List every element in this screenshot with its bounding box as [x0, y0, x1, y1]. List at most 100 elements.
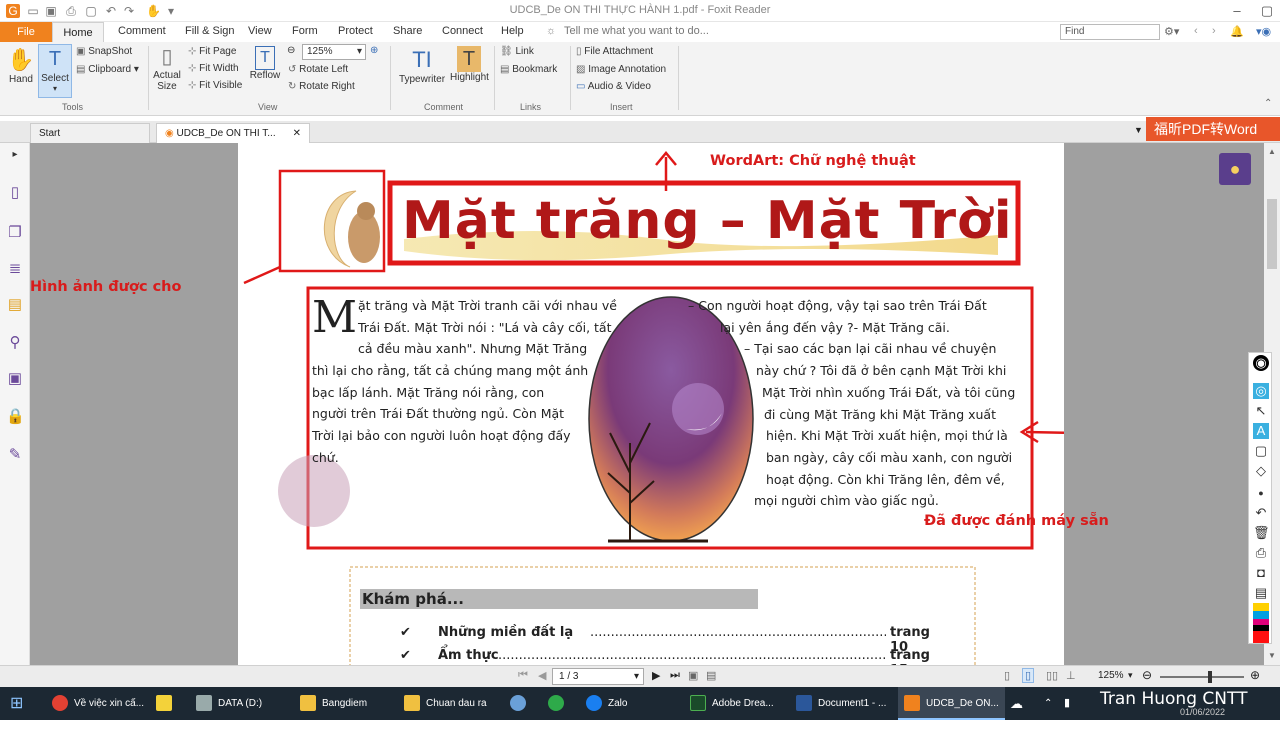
- select-button[interactable]: T Select ▾: [38, 44, 72, 98]
- account-icon[interactable]: ▾◉: [1256, 25, 1271, 38]
- fit-visible-button[interactable]: ⊹ Fit Visible: [188, 80, 242, 91]
- tab-share[interactable]: Share: [393, 25, 422, 37]
- shape-icon[interactable]: ▢: [1253, 443, 1269, 459]
- rotate-left-button[interactable]: ↺ Rotate Left: [288, 64, 348, 75]
- view-mode-icon[interactable]: ▤: [706, 669, 716, 682]
- zoom-level[interactable]: 125%: [1098, 670, 1124, 681]
- tab-start[interactable]: Start: [30, 123, 150, 143]
- hand-button[interactable]: ✋ Hand: [6, 46, 36, 85]
- prev-page-icon[interactable]: ◀: [538, 669, 546, 682]
- windows-start-icon[interactable]: ⊞: [10, 687, 23, 720]
- link-button[interactable]: ⛓ Link: [500, 46, 534, 57]
- fit-width-button[interactable]: ⊹ Fit Width: [188, 63, 239, 74]
- signature-icon[interactable]: ▣: [6, 369, 24, 387]
- comments-icon[interactable]: ▤: [6, 295, 24, 313]
- zoom-in-icon[interactable]: ⊕: [1250, 668, 1260, 682]
- minimize-button[interactable]: –: [1224, 0, 1250, 22]
- typewriter-button[interactable]: TI Typewriter: [396, 46, 448, 85]
- taskbar-word[interactable]: Document1 - ...: [796, 687, 886, 720]
- taskbar-chrome[interactable]: Về việc xin cấ...: [52, 687, 144, 720]
- snapshot-button[interactable]: ▣ SnapShot: [76, 46, 132, 57]
- tab-help[interactable]: Help: [501, 25, 524, 37]
- clipboard-icon[interactable]: ▤: [1253, 585, 1269, 601]
- zoom-out-icon[interactable]: ⊖: [287, 45, 295, 56]
- eraser-icon[interactable]: ◇: [1253, 463, 1269, 479]
- taskbar-dreamweaver[interactable]: Adobe Drea...: [690, 687, 774, 720]
- expand-panel-icon[interactable]: ▸: [6, 149, 24, 167]
- taskbar-green-app[interactable]: [548, 687, 570, 720]
- zoom-out-icon[interactable]: ⊖: [1142, 668, 1152, 682]
- tab-home[interactable]: Home: [52, 22, 104, 43]
- bookmark-button[interactable]: ▤ Bookmark: [500, 64, 557, 75]
- file-tab[interactable]: File: [0, 22, 52, 42]
- maximize-button[interactable]: ▢: [1254, 0, 1280, 22]
- tab-form[interactable]: Form: [292, 25, 318, 37]
- promo-banner[interactable]: 福昕PDF转Word: [1146, 117, 1280, 141]
- image-annotation-button[interactable]: ▨ Image Annotation: [576, 64, 666, 75]
- close-icon[interactable]: ✕: [293, 128, 301, 139]
- lightbulb-icon[interactable]: ●: [1219, 153, 1251, 185]
- reflow-button[interactable]: T Reflow: [248, 46, 282, 81]
- tell-me-box[interactable]: Tell me what you want to do...: [564, 25, 709, 37]
- zoom-slider-thumb[interactable]: [1208, 671, 1212, 683]
- back-icon[interactable]: ‹: [1194, 25, 1198, 37]
- collapse-ribbon-icon[interactable]: ⌃: [1264, 98, 1272, 109]
- document-canvas[interactable]: WordArt: Chữ nghệ thuật Mặt trăng – Mặt …: [30, 143, 1264, 665]
- lock-icon[interactable]: 🔒: [6, 407, 25, 425]
- taskbar-notes[interactable]: [156, 687, 178, 720]
- text-icon[interactable]: A: [1253, 423, 1269, 439]
- chevron-down-icon[interactable]: ▾: [1128, 670, 1133, 681]
- clipboard-button[interactable]: ▤ Clipboard ▾: [76, 64, 139, 75]
- first-page-icon[interactable]: ⏮: [518, 669, 528, 682]
- pages-icon[interactable]: ❐: [6, 223, 24, 241]
- dot-icon[interactable]: ●: [1253, 485, 1269, 501]
- page-number-input[interactable]: 1 / 3 ▾: [552, 668, 644, 685]
- camera-icon[interactable]: ◘: [1253, 565, 1269, 581]
- tab-view[interactable]: View: [248, 25, 272, 37]
- pointer-icon[interactable]: ↖: [1253, 403, 1269, 419]
- tab-fill-sign[interactable]: Fill & Sign: [185, 25, 235, 37]
- eye-icon[interactable]: ◎: [1253, 383, 1269, 399]
- scroll-thumb[interactable]: [1267, 199, 1277, 269]
- tools-icon[interactable]: ✎: [6, 445, 24, 463]
- facing-page-icon[interactable]: ▯▯: [1046, 669, 1058, 682]
- continuous-page-icon[interactable]: ▯: [1022, 668, 1035, 683]
- zoom-in-icon[interactable]: ⊕: [370, 45, 378, 56]
- pin-icon[interactable]: ◉: [1253, 355, 1269, 371]
- tab-current-document[interactable]: ◉ UDCB_De ON THI T... ✕: [156, 123, 310, 144]
- split-icon[interactable]: ⊥: [1066, 669, 1076, 682]
- taskbar-paint[interactable]: [510, 687, 532, 720]
- gear-icon[interactable]: ⚙▾: [1164, 25, 1179, 38]
- pdf-page[interactable]: WordArt: Chữ nghệ thuật Mặt trăng – Mặt …: [30, 143, 1109, 665]
- layers-icon[interactable]: ≣: [6, 259, 24, 277]
- fit-page-button[interactable]: ⊹ Fit Page: [188, 46, 236, 57]
- tab-comment[interactable]: Comment: [118, 25, 166, 37]
- taskbar-bangdiem[interactable]: Bangdiem: [300, 687, 367, 720]
- single-page-icon[interactable]: ▯: [1004, 669, 1010, 682]
- tab-connect[interactable]: Connect: [442, 25, 483, 37]
- forward-icon[interactable]: ›: [1212, 25, 1216, 37]
- print-icon[interactable]: ⎙: [1253, 545, 1269, 561]
- actual-size-button[interactable]: ▯ Actual Size: [152, 44, 182, 92]
- tab-protect[interactable]: Protect: [338, 25, 373, 37]
- taskbar-zalo[interactable]: Zalo: [586, 687, 627, 720]
- find-input[interactable]: Find: [1060, 24, 1160, 40]
- toc-row[interactable]: ✔ Những miền đất lạ ....................…: [400, 625, 952, 655]
- next-page-icon[interactable]: ▶: [652, 669, 660, 682]
- taskbar-drive[interactable]: DATA (D:): [196, 687, 262, 720]
- highlight-button[interactable]: T Highlight: [450, 46, 489, 83]
- zoom-select[interactable]: 125% ▾: [302, 44, 366, 60]
- tab-list-icon[interactable]: ▼: [1134, 125, 1143, 135]
- taskbar-foxit[interactable]: UDCB_De ON...: [898, 687, 1005, 720]
- onedrive-icon[interactable]: ☁: [1010, 687, 1023, 720]
- rotate-right-button[interactable]: ↻ Rotate Right: [288, 81, 355, 92]
- scroll-down-icon[interactable]: ▼: [1268, 651, 1276, 660]
- color-palette[interactable]: [1253, 603, 1269, 643]
- trash-icon[interactable]: 🗑: [1253, 525, 1270, 541]
- view-mode-icon[interactable]: ▣: [688, 669, 698, 682]
- toc-row[interactable]: ✔ Ẩm thực ..............................…: [400, 648, 952, 665]
- taskbar-chuan-dau-ra[interactable]: Chuan dau ra: [404, 687, 487, 720]
- tray-chevron-icon[interactable]: ⌃: [1044, 687, 1052, 720]
- last-page-icon[interactable]: ⏭: [670, 669, 680, 682]
- bell-icon[interactable]: 🔔: [1230, 25, 1244, 38]
